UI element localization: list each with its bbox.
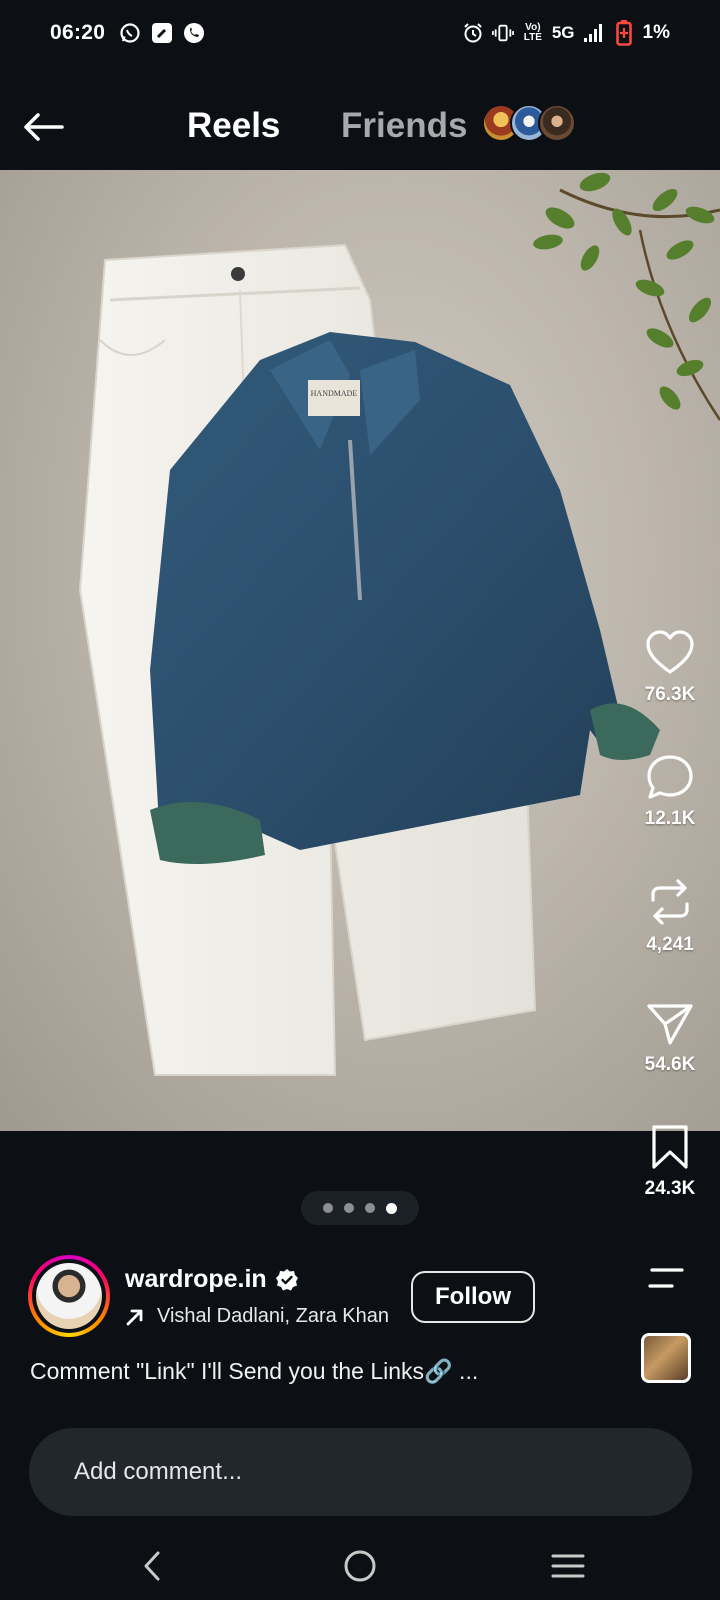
pager-dot (323, 1203, 333, 1213)
network-label: 5G (551, 23, 575, 42)
battery-low-icon (613, 20, 635, 46)
friend-avatars[interactable] (482, 104, 576, 142)
arrow-up-right-icon (126, 1309, 143, 1325)
comment-icon (647, 755, 693, 799)
battery-percent: 1% (642, 22, 670, 43)
like-count: 76.3K (644, 684, 696, 705)
status-bar: 06:20 Vo) LTE 5G 1% (0, 0, 720, 66)
top-nav: Reels Friends (0, 88, 720, 164)
recents-menu-icon (551, 1554, 585, 1578)
comment-count: 12.1K (644, 808, 696, 829)
verified-badge-icon (275, 1268, 298, 1290)
share-count: 54.6K (644, 1054, 696, 1075)
back-button[interactable] (20, 104, 66, 150)
reel-media[interactable]: HANDMADE (0, 170, 720, 1131)
vibrate-icon (491, 22, 514, 44)
plant-leaves (533, 172, 720, 421)
edit-icon (151, 22, 173, 44)
arrow-left-icon (24, 113, 64, 141)
system-back-button[interactable] (126, 1540, 178, 1592)
author-row: wardrope.in Vishal Dadlani, Zara Khan Fo… (28, 1255, 588, 1339)
volte-label: Vo) LTE (523, 22, 542, 43)
tab-reels[interactable]: Reels (187, 106, 280, 146)
comment-input[interactable] (74, 1428, 654, 1516)
audio-text: Vishal Dadlani, Zara Khan (157, 1305, 389, 1327)
phone-icon (183, 22, 205, 44)
friend-avatar (538, 104, 576, 142)
username[interactable]: wardrope.in (125, 1265, 267, 1294)
system-nav-bar (0, 1532, 720, 1600)
repost-icon (651, 879, 689, 925)
denim-shirt: HANDMADE (150, 332, 660, 864)
save-count: 24.3K (644, 1178, 696, 1199)
carousel-pager (301, 1191, 419, 1225)
share-action[interactable]: 54.6K (620, 1002, 720, 1076)
signal-icon (583, 22, 605, 44)
send-icon (647, 1004, 693, 1045)
status-right: Vo) LTE 5G 1% (462, 20, 670, 46)
more-options-button[interactable] (644, 1258, 688, 1298)
whatsapp-icon (119, 22, 141, 44)
pager-dot (344, 1203, 354, 1213)
status-left-icons (119, 22, 205, 44)
save-action[interactable]: 24.3K (620, 1124, 720, 1200)
audio-row[interactable]: Vishal Dadlani, Zara Khan (125, 1305, 415, 1328)
comment-bar (29, 1428, 692, 1516)
avatar-story-ring[interactable] (28, 1255, 110, 1337)
pager-dot-active (386, 1202, 397, 1214)
avatar (36, 1263, 102, 1329)
caption[interactable]: Comment "Link" I'll Send you the Links🔗 … (30, 1358, 620, 1385)
home-circle-icon (344, 1550, 376, 1582)
reel-image: HANDMADE (78, 172, 720, 1076)
alarm-icon (462, 22, 484, 44)
heart-icon (646, 630, 694, 674)
follow-button[interactable]: Follow (411, 1271, 535, 1323)
status-time: 06:20 (50, 21, 106, 44)
system-recents-button[interactable] (542, 1540, 594, 1592)
audio-thumbnail[interactable] (641, 1333, 691, 1383)
repost-count: 4,241 (646, 934, 694, 955)
bookmark-icon (652, 1125, 688, 1169)
tab-friends[interactable]: Friends (341, 106, 467, 146)
system-home-button[interactable] (334, 1540, 386, 1592)
menu-lines-icon (648, 1268, 684, 1288)
repost-action[interactable]: 4,241 (620, 878, 720, 956)
chevron-left-icon (144, 1551, 160, 1581)
shirt-label-text: HANDMADE (311, 389, 358, 398)
like-action[interactable]: 76.3K (620, 630, 720, 706)
pager-dot (365, 1203, 375, 1213)
comment-action[interactable]: 12.1K (620, 754, 720, 830)
